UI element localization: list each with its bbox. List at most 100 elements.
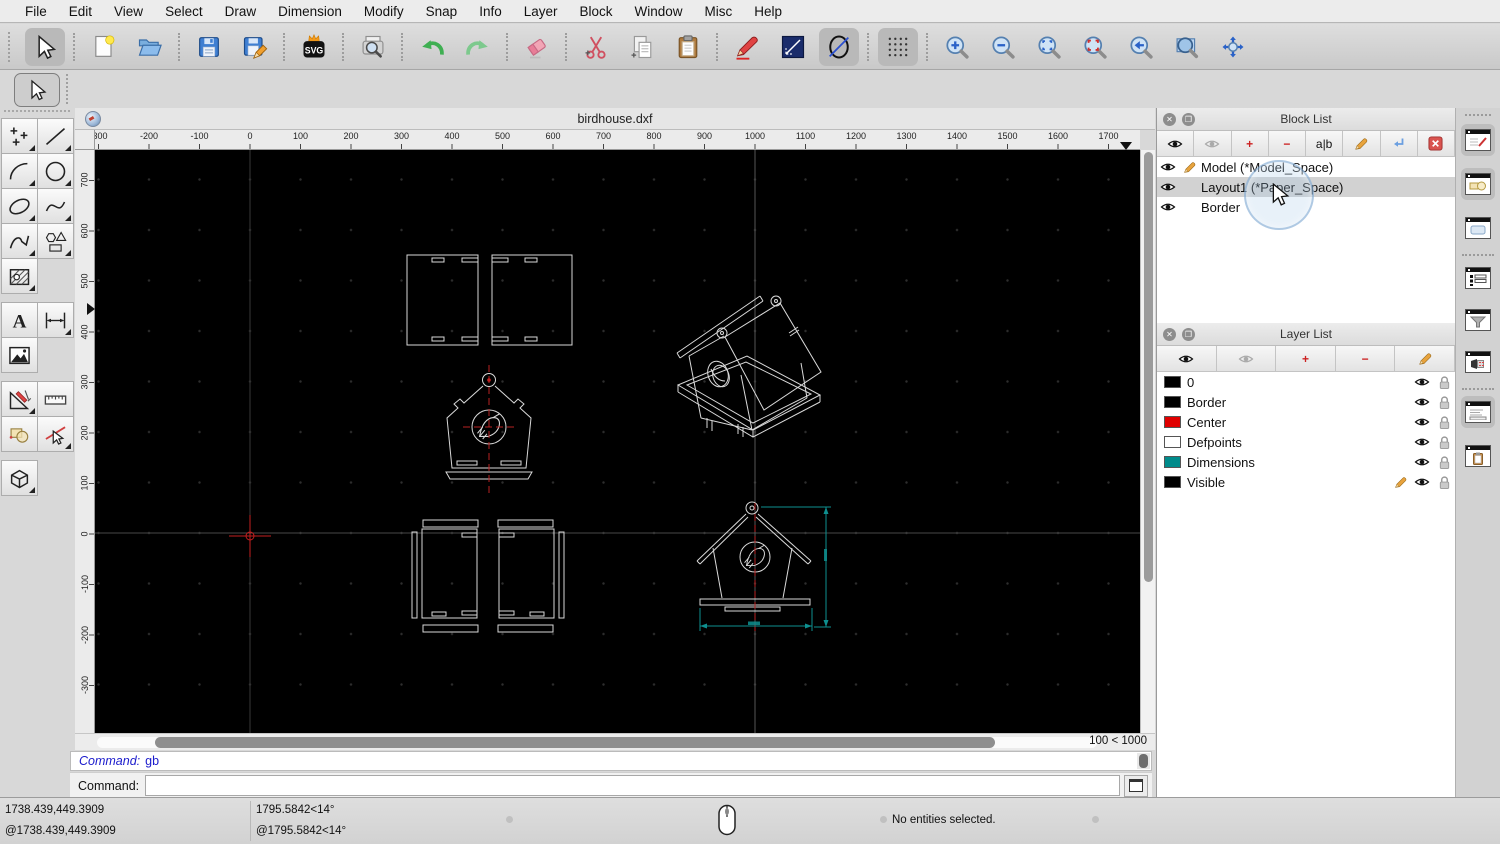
paste-button[interactable] <box>668 28 708 66</box>
clipboard-panel-toggle[interactable] <box>1461 440 1495 472</box>
palette-drag-handle[interactable] <box>4 110 70 114</box>
block-tools-button[interactable] <box>1 416 38 452</box>
select-tools-button[interactable] <box>37 416 74 452</box>
modify-tools-button[interactable] <box>1 381 38 417</box>
zoom-out-button[interactable] <box>983 28 1023 66</box>
menu-item[interactable]: Snap <box>415 4 469 19</box>
hatch-tools-button[interactable] <box>1 258 38 294</box>
layer-row[interactable]: Dimensions <box>1157 452 1455 472</box>
menu-item[interactable]: Window <box>624 4 694 19</box>
remove-layer-button[interactable]: − <box>1335 346 1396 371</box>
menu-item[interactable]: Dimension <box>267 4 353 19</box>
edit-block-button[interactable] <box>1343 131 1381 156</box>
selection-filter-toggle[interactable] <box>1461 304 1495 336</box>
eye-icon[interactable] <box>1414 476 1430 488</box>
layer-row[interactable]: 0 <box>1157 372 1455 392</box>
float-icon[interactable]: ❐ <box>1182 112 1195 126</box>
menu-item[interactable]: Help <box>743 4 793 19</box>
remove-block-button[interactable]: − <box>1268 131 1306 156</box>
cut-button[interactable] <box>576 28 616 66</box>
eye-icon[interactable] <box>1414 436 1430 448</box>
dimension-tools-button[interactable] <box>37 302 74 338</box>
pan-button[interactable] <box>1213 28 1253 66</box>
isometric-tools-button[interactable] <box>1 460 38 496</box>
viewport-panel-toggle[interactable] <box>1461 346 1495 378</box>
float-icon[interactable]: ❐ <box>1182 327 1195 341</box>
menu-item[interactable]: Misc <box>694 4 744 19</box>
add-block-button[interactable]: + <box>1231 131 1269 156</box>
layer-row[interactable]: Defpoints <box>1157 432 1455 452</box>
menu-item[interactable]: Select <box>154 4 214 19</box>
zoom-selection-button[interactable] <box>1075 28 1115 66</box>
layer-list-toggle[interactable] <box>1461 262 1495 294</box>
add-layer-button[interactable]: + <box>1276 346 1336 371</box>
show-all-layers-button[interactable] <box>1157 346 1217 371</box>
polyline-tools-button[interactable] <box>1 223 38 259</box>
delete-block-button[interactable] <box>1417 131 1455 156</box>
eye-icon[interactable] <box>1160 161 1176 173</box>
copy-button[interactable] <box>622 28 662 66</box>
open-document-button[interactable] <box>130 28 170 66</box>
hide-all-blocks-button[interactable] <box>1194 131 1232 156</box>
circle-slash-toggle[interactable] <box>819 27 859 66</box>
scrollbar-thumb[interactable] <box>155 737 995 748</box>
layer-row[interactable]: Border <box>1157 392 1455 412</box>
auto-zoom-button[interactable] <box>1029 28 1069 66</box>
zoom-in-button[interactable] <box>937 28 977 66</box>
library-browser-toggle[interactable] <box>1461 212 1495 244</box>
rename-block-button[interactable]: a|b <box>1306 131 1344 156</box>
eye-icon[interactable] <box>1160 201 1176 213</box>
menu-item[interactable]: Layer <box>513 4 569 19</box>
draw-edit-button[interactable] <box>727 28 767 66</box>
delete-button[interactable] <box>517 28 557 66</box>
save-button[interactable] <box>189 28 229 66</box>
hide-all-layers-button[interactable] <box>1216 346 1277 371</box>
measure-tools-button[interactable] <box>37 381 74 417</box>
save-as-button[interactable] <box>235 28 275 66</box>
grid-toggle[interactable] <box>878 27 918 66</box>
layer-row-current[interactable]: Visible <box>1157 472 1455 492</box>
insert-block-button[interactable] <box>1380 131 1418 156</box>
scrollbar-thumb[interactable] <box>1139 754 1148 768</box>
menu-item[interactable]: Draw <box>214 4 268 19</box>
command-line-toggle[interactable] <box>1461 396 1495 428</box>
eye-icon[interactable] <box>1414 396 1430 408</box>
circle-tools-button[interactable] <box>37 153 74 189</box>
menu-item[interactable]: Info <box>468 4 513 19</box>
lock-icon[interactable] <box>1438 455 1451 470</box>
property-editor-toggle[interactable] <box>1461 124 1495 156</box>
canvas-horizontal-scrollbar[interactable]: 100 < 1000 <box>75 733 1155 750</box>
selection-pointer-button[interactable] <box>25 27 65 66</box>
eye-icon[interactable] <box>1414 376 1430 388</box>
edit-layer-button[interactable] <box>1395 346 1455 371</box>
lock-icon[interactable] <box>1438 375 1451 390</box>
scrollbar-thumb[interactable] <box>1143 152 1153 582</box>
eye-icon[interactable] <box>1414 416 1430 428</box>
ellipse-tools-button[interactable] <box>1 188 38 224</box>
undo-button[interactable] <box>412 28 452 66</box>
canvas-vertical-scrollbar[interactable] <box>1140 150 1155 733</box>
drawing-canvas[interactable] <box>95 150 1140 733</box>
text-tool-button[interactable]: A <box>1 302 38 338</box>
block-list-toggle[interactable] <box>1461 168 1495 200</box>
eye-icon[interactable] <box>1160 181 1176 193</box>
lock-icon[interactable] <box>1438 475 1451 490</box>
menu-item[interactable]: View <box>103 4 154 19</box>
new-document-button[interactable] <box>84 28 124 66</box>
image-tool-button[interactable] <box>1 337 38 373</box>
arc-tools-button[interactable] <box>1 153 38 189</box>
spline-tools-button[interactable] <box>37 188 74 224</box>
toolbar-drag-handle[interactable] <box>8 31 12 62</box>
lock-icon[interactable] <box>1438 395 1451 410</box>
svg-export-button[interactable] <box>294 28 334 66</box>
menu-item[interactable]: Edit <box>58 4 103 19</box>
lock-icon[interactable] <box>1438 415 1451 430</box>
line-properties-button[interactable] <box>773 28 813 66</box>
show-all-blocks-button[interactable] <box>1157 131 1195 156</box>
previous-view-button[interactable] <box>1121 28 1161 66</box>
command-options-button[interactable] <box>1124 774 1148 797</box>
point-tools-button[interactable] <box>1 118 38 154</box>
menu-item[interactable]: File <box>14 4 58 19</box>
dock-drag-handle[interactable] <box>1465 114 1491 118</box>
shape-tools-button[interactable] <box>37 223 74 259</box>
